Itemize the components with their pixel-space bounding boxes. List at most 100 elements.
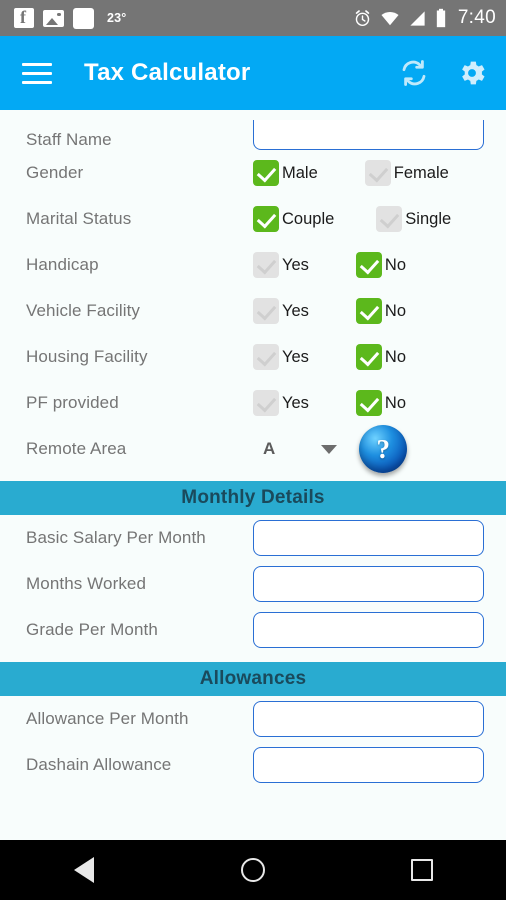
checkbox-label: No: [384, 347, 407, 366]
checkbox-unchecked-icon: [253, 344, 279, 370]
label-vehicle-facility: Vehicle Facility: [26, 301, 141, 320]
checkbox-unchecked-icon: [253, 252, 279, 278]
checkbox-checked-icon: [355, 252, 382, 278]
checkbox-checked-icon: [355, 390, 382, 416]
hamburger-menu-icon[interactable]: [22, 62, 52, 84]
checkbox-housing-yes[interactable]: Yes: [253, 344, 309, 370]
temperature-label: 23°: [107, 11, 127, 25]
dashain-allowance-input[interactable]: [253, 747, 484, 783]
checkbox-unchecked-icon: [376, 206, 403, 232]
label-grade-per-month: Grade Per Month: [26, 620, 158, 639]
controls-handicap: Yes No: [253, 252, 506, 278]
signal-icon: [410, 10, 425, 26]
row-vehicle-facility: Vehicle Facility Yes No: [0, 288, 506, 334]
battery-icon: [436, 8, 445, 28]
section-header-allowances: Allowances: [0, 662, 506, 696]
status-bar-left: 23°: [14, 7, 353, 29]
label-handicap: Handicap: [26, 255, 99, 274]
row-staff-name: Staff Name: [0, 110, 506, 150]
label-housing-facility: Housing Facility: [26, 347, 148, 366]
checkbox-label: Couple: [282, 209, 335, 228]
controls-gender: Male Female: [253, 160, 506, 186]
row-remote-area: Remote Area A ?: [0, 425, 506, 473]
controls-remote-area: A ?: [253, 425, 506, 473]
row-handicap: Handicap Yes No: [0, 242, 506, 288]
label-basic-salary: Basic Salary Per Month: [26, 528, 206, 547]
checkbox-checked-icon: [355, 344, 382, 370]
checkbox-checked-icon: [253, 206, 279, 232]
staff-name-input[interactable]: [253, 120, 484, 150]
controls-allowance-per-month: [253, 701, 506, 737]
checkbox-unchecked-icon: [253, 298, 279, 324]
checkbox-label: Yes: [282, 255, 309, 274]
android-nav-bar: [0, 840, 506, 900]
blank-app-icon: [73, 7, 94, 29]
checkbox-unchecked-icon: [364, 160, 391, 186]
app-bar: Tax Calculator: [0, 36, 506, 110]
controls-marital-status: Couple Single: [253, 206, 506, 232]
image-icon: [43, 9, 64, 27]
status-bar: 23° 7:40: [0, 0, 506, 36]
back-triangle-icon[interactable]: [49, 857, 119, 883]
row-gender: Gender Male Female: [0, 150, 506, 196]
checkbox-housing-no[interactable]: No: [355, 344, 407, 370]
label-dashain-allowance: Dashain Allowance: [26, 755, 172, 774]
facebook-icon: [14, 7, 34, 28]
page-title: Tax Calculator: [84, 59, 251, 86]
checkbox-label: Yes: [282, 347, 309, 366]
phone-screen: 23° 7:40 Tax Calculator: [0, 0, 506, 900]
gear-icon[interactable]: [456, 57, 488, 89]
label-staff-name: Staff Name: [26, 130, 112, 149]
help-button[interactable]: ?: [359, 425, 408, 473]
controls-dashain-allowance: [253, 747, 506, 783]
remote-area-select[interactable]: A: [263, 439, 275, 459]
controls-vehicle-facility: Yes No: [253, 298, 506, 324]
checkbox-pf-yes[interactable]: Yes: [253, 390, 309, 416]
checkbox-marital-single[interactable]: Single: [376, 206, 451, 232]
checkbox-label: Female: [393, 163, 449, 182]
form-scroll-area[interactable]: Staff Name Gender Male Female Marital St…: [0, 110, 506, 840]
checkbox-marital-couple[interactable]: Couple: [253, 206, 334, 232]
label-months-worked: Months Worked: [26, 574, 147, 593]
grade-per-month-input[interactable]: [253, 612, 484, 648]
controls-grade-per-month: [253, 612, 506, 648]
alarm-icon: [355, 9, 370, 26]
checkbox-label: Single: [405, 209, 452, 228]
checkbox-pf-no[interactable]: No: [355, 390, 406, 416]
checkbox-handicap-no[interactable]: No: [355, 252, 407, 278]
refresh-icon[interactable]: [398, 57, 430, 89]
checkbox-checked-icon: [355, 298, 382, 324]
row-pf-provided: PF provided Yes No: [0, 380, 506, 426]
checkbox-gender-male[interactable]: Male: [253, 160, 318, 186]
checkbox-vehicle-yes[interactable]: Yes: [253, 298, 309, 324]
row-grade-per-month: Grade Per Month: [0, 607, 506, 653]
controls-basic-salary: [253, 520, 506, 556]
controls-staff-name: [253, 120, 506, 150]
label-gender: Gender: [26, 163, 84, 182]
row-months-worked: Months Worked: [0, 561, 506, 607]
checkbox-label: No: [384, 255, 407, 274]
checkbox-gender-female[interactable]: Female: [364, 160, 449, 186]
checkbox-unchecked-icon: [253, 390, 279, 416]
months-worked-input[interactable]: [253, 566, 484, 602]
allowance-per-month-input[interactable]: [253, 701, 484, 737]
checkbox-checked-icon: [253, 160, 279, 186]
basic-salary-input[interactable]: [253, 520, 484, 556]
row-marital-status: Marital Status Couple Single: [0, 196, 506, 242]
recents-square-icon[interactable]: [387, 859, 457, 881]
wifi-icon: [381, 11, 399, 25]
checkbox-label: Yes: [282, 301, 309, 320]
chevron-down-icon[interactable]: [321, 444, 338, 454]
row-dashain-allowance: Dashain Allowance: [0, 742, 506, 788]
checkbox-vehicle-no[interactable]: No: [355, 298, 406, 324]
row-housing-facility: Housing Facility Yes No: [0, 334, 506, 380]
row-basic-salary: Basic Salary Per Month: [0, 515, 506, 561]
controls-pf-provided: Yes No: [253, 390, 506, 416]
row-allowance-per-month: Allowance Per Month: [0, 696, 506, 742]
checkbox-handicap-yes[interactable]: Yes: [253, 252, 309, 278]
checkbox-label: Male: [282, 163, 318, 182]
home-circle-icon[interactable]: [218, 858, 288, 882]
label-allowance-per-month: Allowance Per Month: [26, 709, 189, 728]
